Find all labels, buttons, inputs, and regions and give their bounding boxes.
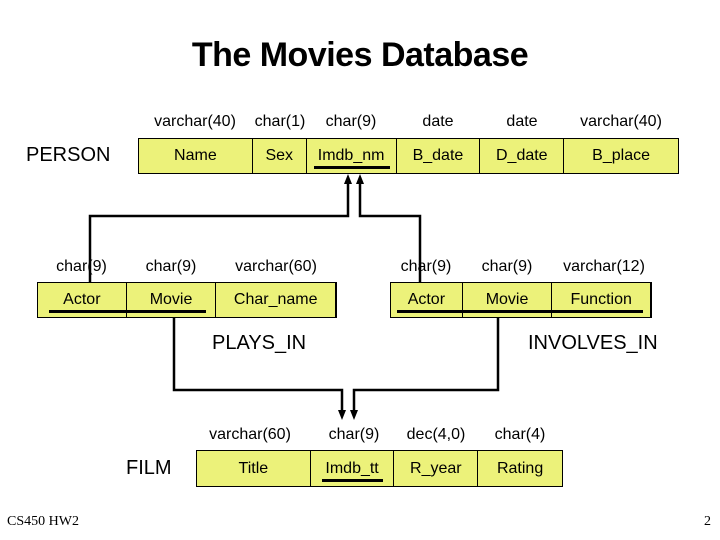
film-type-title: varchar(60) bbox=[209, 426, 291, 443]
film-col-imdb-tt: Imdb_tt bbox=[311, 451, 395, 486]
arrowhead-up-1 bbox=[344, 174, 352, 184]
film-type-rating: char(4) bbox=[494, 426, 546, 443]
film-col-title: Title bbox=[197, 451, 311, 486]
primary-key-underline bbox=[49, 310, 206, 313]
film-table-name: FILM bbox=[126, 457, 172, 479]
person-table-name: PERSON bbox=[26, 144, 111, 166]
involves-in-table: Actor Movie Function bbox=[390, 282, 652, 318]
film-type-r-year: dec(4,0) bbox=[406, 426, 466, 443]
primary-key-underline bbox=[313, 166, 390, 169]
person-type-name: varchar(40) bbox=[154, 113, 236, 130]
arrowhead-down-1 bbox=[338, 410, 346, 420]
person-type-d-date: date bbox=[506, 113, 538, 130]
arrowhead-down-2 bbox=[350, 410, 358, 420]
connector-involvesin-movie-to-film bbox=[352, 318, 500, 412]
person-type-b-date: date bbox=[422, 113, 454, 130]
playsin-type-movie: char(9) bbox=[145, 258, 197, 275]
person-col-sex: Sex bbox=[253, 139, 307, 173]
involvesin-type-actor: char(9) bbox=[400, 258, 452, 275]
plays-in-table-name: PLAYS_IN bbox=[212, 332, 307, 354]
person-col-name: Name bbox=[139, 139, 253, 173]
playsin-type-char-name: varchar(60) bbox=[235, 258, 317, 275]
playsin-type-actor: char(9) bbox=[56, 258, 107, 275]
film-table: Title Imdb_tt R_year Rating bbox=[196, 450, 563, 487]
arrowhead-up-2 bbox=[356, 174, 364, 184]
film-col-rating: Rating bbox=[496, 459, 544, 477]
primary-key-underline bbox=[321, 479, 384, 482]
involvesin-type-function: varchar(12) bbox=[563, 258, 645, 275]
person-type-sex: char(1) bbox=[254, 113, 306, 130]
involvesin-type-movie: char(9) bbox=[481, 258, 533, 275]
person-col-imdb-nm: Imdb_nm bbox=[307, 139, 397, 173]
film-col-r-year: R_year bbox=[394, 451, 479, 486]
person-col-d-date: D_date bbox=[480, 139, 565, 173]
playsin-col-char-name: Char_name bbox=[216, 283, 336, 317]
film-type-imdb-tt: char(9) bbox=[328, 426, 380, 443]
primary-key-underline bbox=[397, 310, 643, 313]
footer-course-label: CS450 HW2 bbox=[7, 514, 79, 529]
involves-in-table-name: INVOLVES_IN bbox=[528, 332, 658, 354]
plays-in-table: Actor Movie Char_name bbox=[37, 282, 337, 318]
person-col-b-place: B_place bbox=[592, 147, 650, 164]
person-type-b-place: varchar(40) bbox=[580, 113, 662, 130]
person-type-imdb-nm: char(9) bbox=[325, 113, 377, 130]
page-number: 2 bbox=[704, 514, 711, 529]
person-col-b-date: B_date bbox=[397, 139, 481, 173]
person-table: Name Sex Imdb_nm B_date D_date B_place bbox=[138, 138, 679, 174]
